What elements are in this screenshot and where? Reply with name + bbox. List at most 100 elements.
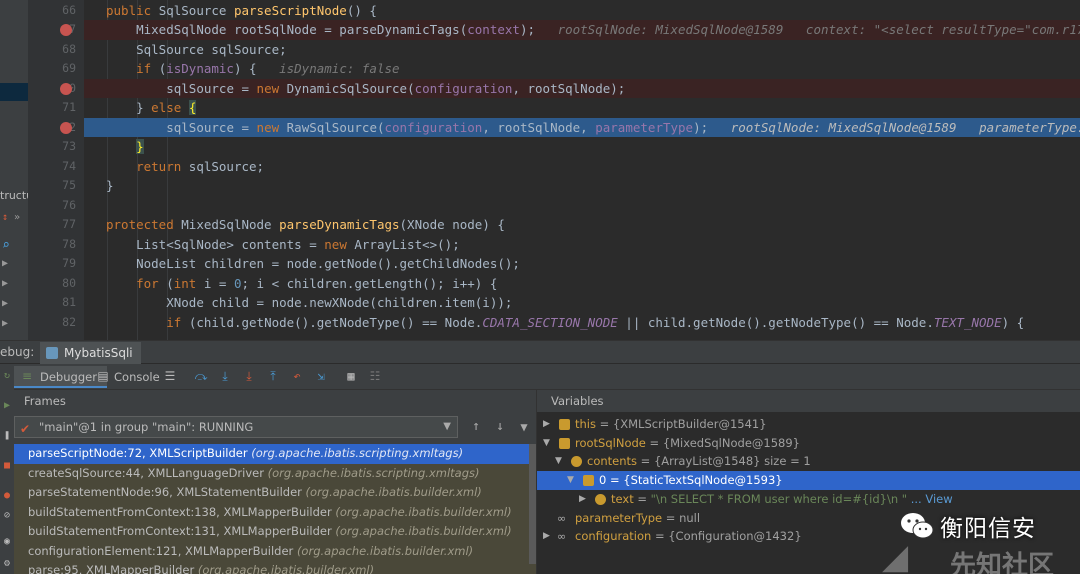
code-line[interactable]	[84, 196, 1080, 216]
code-line[interactable]: List<SqlNode> contents = new ArrayList<>…	[84, 235, 1080, 255]
stack-frame-row[interactable]: createSqlSource:44, XMLLanguageDriver (o…	[14, 464, 536, 484]
line-number[interactable]: 81	[28, 293, 80, 313]
line-number[interactable]: 82	[28, 313, 80, 333]
step-into-icon[interactable]: ⤓	[218, 369, 232, 383]
code-token: for	[136, 275, 167, 291]
line-number[interactable]: 76	[28, 196, 80, 216]
stack-frame-row[interactable]: buildStatementFromContext:131, XMLMapper…	[14, 522, 536, 542]
stack-frame-row[interactable]: parseScriptNode:72, XMLScriptBuilder (or…	[14, 444, 536, 464]
collapse-icon[interactable]: ▼	[555, 452, 562, 471]
view-value-link[interactable]: ... View	[907, 492, 953, 506]
expand-icon[interactable]: ▶	[579, 490, 586, 509]
settings-icon[interactable]: ⚙	[1, 558, 13, 570]
force-step-into-icon[interactable]: ⤓	[242, 369, 256, 383]
structure-tool-label[interactable]: tructu	[0, 189, 28, 202]
code-line[interactable]: sqlSource = new RawSqlSource(configurati…	[84, 117, 1080, 138]
tree-expand-icon[interactable]: ▶	[2, 278, 8, 289]
camera-icon[interactable]: ◉	[1, 536, 13, 548]
line-number[interactable]: 67	[28, 20, 80, 40]
step-over-icon[interactable]: ⤼	[194, 369, 208, 383]
line-number[interactable]: 80	[28, 274, 80, 294]
frame-up-icon[interactable]: ↑	[468, 419, 484, 435]
tree-expand-icon[interactable]: ▶	[2, 318, 8, 329]
search-icon[interactable]: ⌕	[2, 238, 10, 253]
tree-expand-icon[interactable]: ▶	[2, 298, 8, 309]
step-out-icon[interactable]: ⤒	[266, 369, 280, 383]
line-number[interactable]: 73	[28, 137, 80, 157]
editor-gutter[interactable]: 6667686970717273747576777879808182	[28, 0, 84, 340]
variable-row[interactable]: ▶ this = {XMLScriptBuilder@1541}	[537, 415, 1080, 434]
breakpoint-icon[interactable]	[60, 121, 72, 134]
run-config-icon	[46, 347, 58, 359]
code-line[interactable]: if (isDynamic) { isDynamic: false	[84, 59, 1080, 79]
expand-icon[interactable]: ▶	[543, 527, 550, 546]
resume-icon[interactable]: ▶	[1, 400, 13, 412]
expand-icon[interactable]: ▶	[543, 415, 550, 434]
line-number[interactable]: 69	[28, 59, 80, 79]
variable-name: configuration	[575, 529, 652, 544]
frames-scrollbar[interactable]	[529, 444, 536, 564]
structure-sort-icon[interactable]: ↕	[2, 212, 8, 223]
drop-frame-icon[interactable]: ↶	[290, 369, 304, 383]
collapse-icon[interactable]: ▼	[567, 471, 574, 490]
thread-selector[interactable]: ✔ "main"@1 in group "main": RUNNING ▼	[14, 416, 458, 438]
code-line[interactable]: MixedSqlNode rootSqlNode = parseDynamicT…	[84, 20, 1080, 40]
variable-text: contents = {ArrayList@1548} size = 1	[587, 452, 811, 471]
frame-down-icon[interactable]: ↓	[492, 419, 508, 435]
line-number[interactable]: 72	[28, 118, 80, 138]
stack-frame-row[interactable]: configurationElement:121, XMLMapperBuild…	[14, 542, 536, 562]
stop-icon[interactable]: ■	[1, 460, 13, 472]
stack-frame-row[interactable]: buildStatementFromContext:138, XMLMapper…	[14, 503, 536, 523]
code-text: sqlSource = new RawSqlSource(configurati…	[166, 118, 1080, 138]
code-line[interactable]: protected MixedSqlNode parseDynamicTags(…	[84, 215, 1080, 235]
line-number[interactable]: 66	[28, 1, 80, 21]
breakpoint-icon[interactable]	[60, 24, 72, 36]
run-to-cursor-icon[interactable]: ⇲	[314, 369, 328, 383]
code-token: {	[188, 100, 197, 115]
code-editor[interactable]: public SqlSource parseScriptNode() {Mixe…	[84, 0, 1080, 340]
line-number[interactable]: 78	[28, 235, 80, 255]
line-number[interactable]: 74	[28, 157, 80, 177]
code-line[interactable]: return sqlSource;	[84, 157, 1080, 177]
breakpoint-icon[interactable]	[60, 82, 72, 95]
code-line[interactable]: XNode child = node.newXNode(children.ite…	[84, 293, 1080, 313]
variable-name: text	[611, 491, 634, 506]
stack-frame-method: configurationElement:121, XMLMapperBuild…	[28, 543, 297, 558]
line-number[interactable]: 75	[28, 176, 80, 196]
stack-frame-package: (org.apache.ibatis.builder.xml)	[305, 485, 482, 499]
rerun-icon[interactable]: ↻	[1, 370, 13, 382]
code-line[interactable]: NodeList children = node.getNode().getCh…	[84, 254, 1080, 274]
mute-breakpoints-icon[interactable]: ⊘	[1, 510, 13, 522]
line-number[interactable]: 79	[28, 254, 80, 274]
debug-session-tab[interactable]: MybatisSqli	[40, 342, 141, 364]
line-number[interactable]: 77	[28, 215, 80, 235]
filter-icon[interactable]: ▼	[516, 419, 532, 435]
line-number[interactable]: 71	[28, 98, 80, 118]
tree-expand-icon[interactable]: ▶	[2, 258, 8, 269]
tab-debugger[interactable]: ≡ Debugger	[14, 366, 107, 388]
collapse-icon[interactable]: ▼	[543, 434, 550, 453]
variable-row[interactable]: ▼ contents = {ArrayList@1548} size = 1	[537, 452, 1080, 471]
pause-icon[interactable]: ❚	[1, 430, 13, 442]
stack-frame-row[interactable]: parse:95, XMLMapperBuilder (org.apache.i…	[14, 561, 536, 574]
code-line[interactable]: }	[84, 176, 1080, 196]
show-execution-point-icon[interactable]: ☰	[163, 369, 177, 383]
variable-row[interactable]: ▼ 0 = {StaticTextSqlNode@1593}	[537, 471, 1080, 491]
code-line[interactable]: } else {	[84, 98, 1080, 118]
view-breakpoints-icon[interactable]: ●	[1, 490, 13, 502]
structure-more-icon[interactable]: »	[14, 212, 20, 223]
code-line[interactable]: for (int i = 0; i < children.getLength()…	[84, 274, 1080, 294]
code-line[interactable]: public SqlSource parseScriptNode() {	[84, 1, 1080, 21]
tab-console[interactable]: ▤ Console	[96, 366, 159, 388]
frames-list[interactable]: parseScriptNode:72, XMLScriptBuilder (or…	[14, 444, 536, 574]
code-line[interactable]: if (child.getNode().getNodeType() == Nod…	[84, 313, 1080, 333]
code-line[interactable]: }	[84, 137, 1080, 157]
trace-icon[interactable]: ☷	[368, 369, 382, 383]
variable-row[interactable]: ▼ rootSqlNode = {MixedSqlNode@1589}	[537, 434, 1080, 453]
line-number[interactable]: 68	[28, 40, 80, 60]
code-line[interactable]: sqlSource = new DynamicSqlSource(configu…	[84, 78, 1080, 98]
evaluate-expression-icon[interactable]: ▦	[344, 369, 358, 383]
code-line[interactable]: SqlSource sqlSource;	[84, 40, 1080, 60]
stack-frame-row[interactable]: parseStatementNode:96, XMLStatementBuild…	[14, 483, 536, 503]
line-number[interactable]: 70	[28, 79, 80, 99]
